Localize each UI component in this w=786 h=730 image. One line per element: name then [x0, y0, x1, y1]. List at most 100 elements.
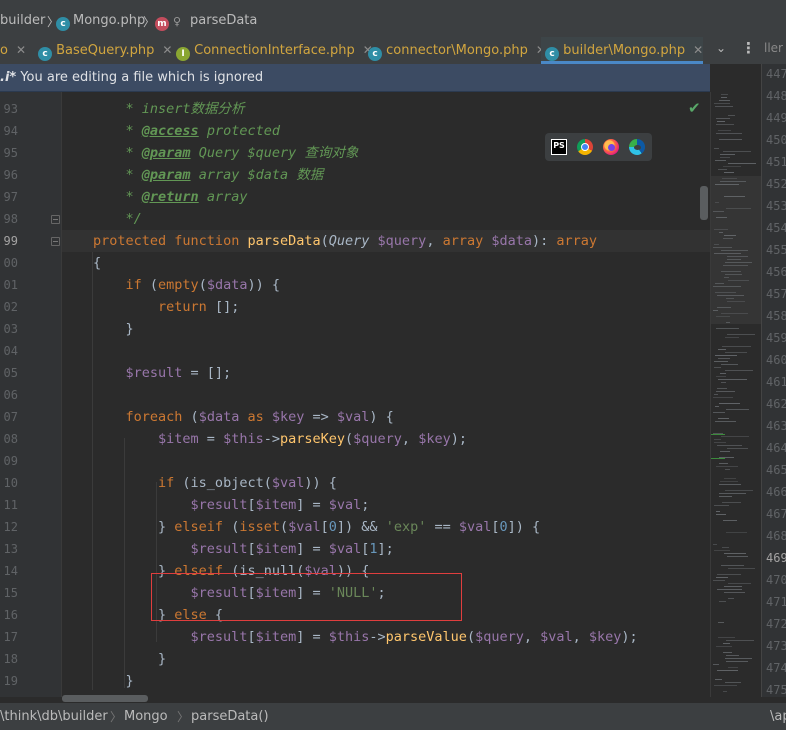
right-pane-line-number[interactable]: 447 — [766, 67, 786, 81]
horizontal-scrollbar[interactable] — [62, 695, 148, 702]
code-line[interactable]: if (is_object($val)) { — [93, 472, 337, 494]
line-number[interactable]: 09 — [0, 454, 18, 468]
right-pane-line-number[interactable]: 457 — [766, 287, 786, 301]
right-pane-line-number[interactable]: 465 — [766, 463, 786, 477]
right-pane-line-number[interactable]: 475 — [766, 683, 786, 697]
line-number[interactable]: 02 — [0, 300, 18, 314]
line-number[interactable]: 03 — [0, 322, 18, 336]
line-number[interactable]: 93 — [0, 102, 18, 116]
line-number[interactable]: 08 — [0, 432, 18, 446]
tab-close-icon[interactable]: ✕ — [16, 43, 26, 57]
tab-partial[interactable]: o ✕ — [0, 37, 26, 64]
code-line[interactable]: $result[$item] = $val; — [93, 494, 370, 516]
code-line[interactable]: } — [93, 648, 166, 670]
edge-icon[interactable] — [629, 139, 645, 155]
split-editor-gutter[interactable]: 447 448 449 450 451 452 453 454 455 456 457 458 459 4… — [761, 64, 786, 697]
right-pane-line-number[interactable]: 450 — [766, 133, 786, 147]
code-line[interactable]: } — [93, 670, 134, 692]
right-pane-line-number[interactable]: 470 — [766, 573, 786, 587]
right-pane-line-number[interactable]: 464 — [766, 441, 786, 455]
status-class[interactable]: Mongo — [124, 703, 168, 730]
line-number[interactable]: 17 — [0, 630, 18, 644]
right-pane-line-number[interactable]: 471 — [766, 595, 786, 609]
right-pane-line-number[interactable]: 466 — [766, 485, 786, 499]
code-line[interactable]: * @return array — [93, 186, 248, 208]
firefox-icon[interactable] — [603, 139, 619, 155]
code-line[interactable]: */ — [93, 208, 142, 230]
fold-icon[interactable] — [51, 237, 60, 246]
right-pane-line-number[interactable]: 463 — [766, 419, 786, 433]
code-line[interactable]: } — [93, 318, 134, 340]
line-number[interactable]: 05 — [0, 366, 18, 380]
line-number[interactable]: 96 — [0, 168, 18, 182]
status-method[interactable]: parseData() — [191, 703, 269, 730]
breadcrumb-method[interactable]: parseData — [190, 13, 257, 28]
right-pane-line-number[interactable]: 473 — [766, 639, 786, 653]
line-number[interactable]: 97 — [0, 190, 18, 204]
tab-connector-mongo[interactable]: c connector\Mongo.php✕ — [364, 37, 546, 64]
code-line[interactable]: * @param Query $query 查询对象 — [93, 142, 359, 164]
code-line[interactable]: $result[$item] = $this->parseValue($quer… — [93, 626, 638, 648]
right-pane-line-number[interactable]: 474 — [766, 661, 786, 675]
tab-right-pane-partial[interactable]: ller — [764, 41, 783, 55]
right-pane-line-number[interactable]: 459 — [766, 331, 786, 345]
breadcrumb-file[interactable]: Mongo.php — [73, 13, 145, 28]
vertical-scrollbar[interactable] — [700, 186, 708, 220]
right-pane-line-number[interactable]: 455 — [766, 243, 786, 257]
code-line[interactable]: * @param array $data 数据 — [93, 164, 324, 186]
code-line[interactable]: if (empty($data)) { — [93, 274, 280, 296]
right-pane-line-number[interactable]: 467 — [766, 507, 786, 521]
line-number[interactable]: 94 — [0, 124, 18, 138]
checkmark-icon[interactable]: ✔ — [688, 99, 704, 117]
code-line[interactable]: return []; — [93, 296, 239, 318]
line-number[interactable]: 10 — [0, 476, 18, 490]
right-pane-line-number[interactable]: 456 — [766, 265, 786, 279]
line-number[interactable]: 18 — [0, 652, 18, 666]
line-number[interactable]: 14 — [0, 564, 18, 578]
code-line[interactable]: $result[$item] = $val[1]; — [93, 538, 394, 560]
chevron-down-icon[interactable]: ⌄ — [712, 41, 730, 59]
line-number[interactable]: 99 — [0, 234, 18, 248]
status-right-fragment[interactable]: \ap — [770, 703, 786, 730]
right-pane-line-number[interactable]: 462 — [766, 397, 786, 411]
line-number-gutter[interactable]: 93 94 95 96 97 98 99 00 01 02 03 04 05 06 07 08 09 10 11 12… — [0, 92, 62, 697]
code-minimap[interactable] — [711, 92, 761, 697]
line-number[interactable]: 19 — [0, 674, 18, 688]
line-number[interactable]: 16 — [0, 608, 18, 622]
line-number[interactable]: 13 — [0, 542, 18, 556]
right-pane-line-number[interactable]: 469 — [766, 551, 786, 565]
tab-close-icon[interactable]: ✕ — [162, 43, 172, 57]
line-number[interactable]: 12 — [0, 520, 18, 534]
code-line[interactable]: * insert数据分析 — [93, 98, 245, 120]
tab-close-icon[interactable]: ✕ — [693, 43, 703, 57]
right-pane-line-number[interactable]: 453 — [766, 199, 786, 213]
more-options-icon[interactable]: ⋮ — [741, 39, 756, 59]
code-line[interactable]: { — [93, 252, 101, 274]
right-pane-line-number[interactable]: 468 — [766, 529, 786, 543]
status-path[interactable]: \think\db\builder — [0, 703, 108, 730]
line-number[interactable]: 95 — [0, 146, 18, 160]
fold-icon[interactable] — [51, 215, 60, 224]
line-number[interactable]: 98 — [0, 212, 18, 226]
right-pane-line-number[interactable]: 472 — [766, 617, 786, 631]
code-line[interactable]: foreach ($data as $key => $val) { — [93, 406, 394, 428]
line-number[interactable]: 04 — [0, 344, 18, 358]
right-pane-line-number[interactable]: 448 — [766, 89, 786, 103]
code-line[interactable]: protected function parseData(Query $quer… — [93, 230, 597, 252]
code-line[interactable]: } elseif (isset($val[0]) && 'exp' == $va… — [93, 516, 540, 538]
code-line[interactable]: $item = $this->parseKey($query, $key); — [93, 428, 467, 450]
phpstorm-icon[interactable]: PS — [551, 139, 567, 155]
right-pane-line-number[interactable]: 461 — [766, 375, 786, 389]
right-pane-line-number[interactable]: 452 — [766, 177, 786, 191]
chrome-icon[interactable] — [577, 139, 593, 155]
line-number[interactable]: 00 — [0, 256, 18, 270]
tab-basequery[interactable]: c BaseQuery.php ✕ — [34, 37, 172, 64]
right-pane-line-number[interactable]: 449 — [766, 111, 786, 125]
right-pane-line-number[interactable]: 451 — [766, 155, 786, 169]
line-number[interactable]: 11 — [0, 498, 18, 512]
right-pane-line-number[interactable]: 454 — [766, 221, 786, 235]
line-number[interactable]: 01 — [0, 278, 18, 292]
right-pane-line-number[interactable]: 458 — [766, 309, 786, 323]
line-number[interactable]: 06 — [0, 388, 18, 402]
tab-connectioninterface[interactable]: I ConnectionInterface.php✕ — [172, 37, 373, 64]
